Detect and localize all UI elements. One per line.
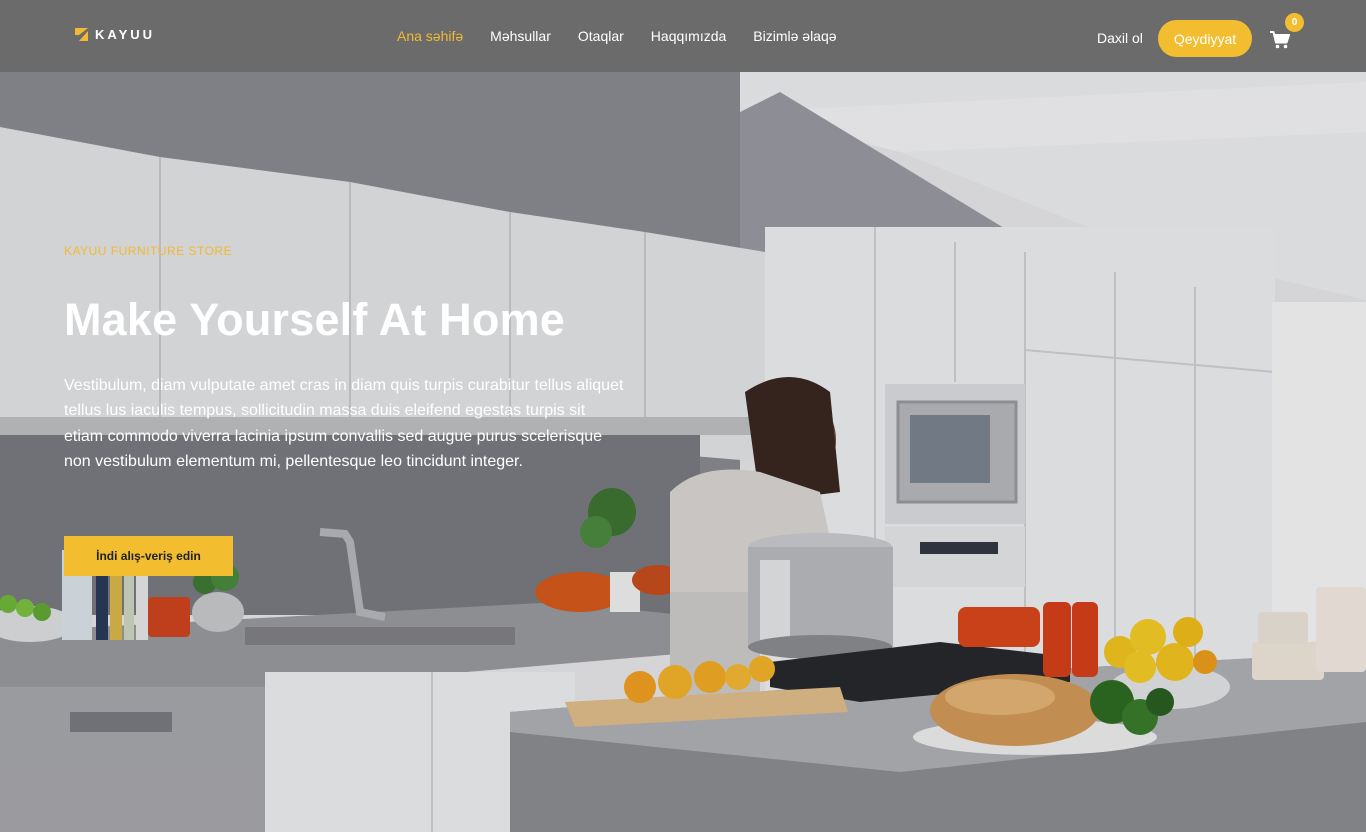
register-button[interactable]: Qeydiyyat	[1158, 20, 1252, 57]
logo-text: KAYUU	[95, 27, 156, 42]
hero-section: KAYUU FURNITURE STORE Make Yourself At H…	[0, 72, 1366, 832]
nav-about[interactable]: Haqqımızda	[651, 28, 726, 44]
nav-products[interactable]: Məhsullar	[490, 28, 551, 44]
nav-contact[interactable]: Bizimlə əlaqə	[753, 28, 836, 44]
logo[interactable]: KAYUU	[75, 27, 155, 42]
kayuu-logo-icon	[75, 28, 89, 41]
hero-description: Vestibulum, diam vulputate amet cras in …	[64, 377, 624, 470]
hero-title: Make Yourself At Home	[64, 294, 566, 345]
site-header: KAYUU Ana səhifə Məhsullar Otaqlar Haqqı…	[0, 0, 1366, 72]
shop-now-button[interactable]: İndi alış-veriş edin	[64, 536, 233, 576]
hero-eyebrow: KAYUU FURNITURE STORE	[64, 244, 233, 258]
login-link[interactable]: Daxil ol	[1097, 30, 1143, 46]
cart-count-badge: 0	[1285, 13, 1304, 32]
nav-rooms[interactable]: Otaqlar	[578, 28, 624, 44]
shopping-cart-icon[interactable]	[1270, 31, 1290, 49]
main-nav: Ana səhifə Məhsullar Otaqlar Haqqımızda …	[397, 28, 837, 44]
nav-home[interactable]: Ana səhifə	[397, 28, 463, 44]
